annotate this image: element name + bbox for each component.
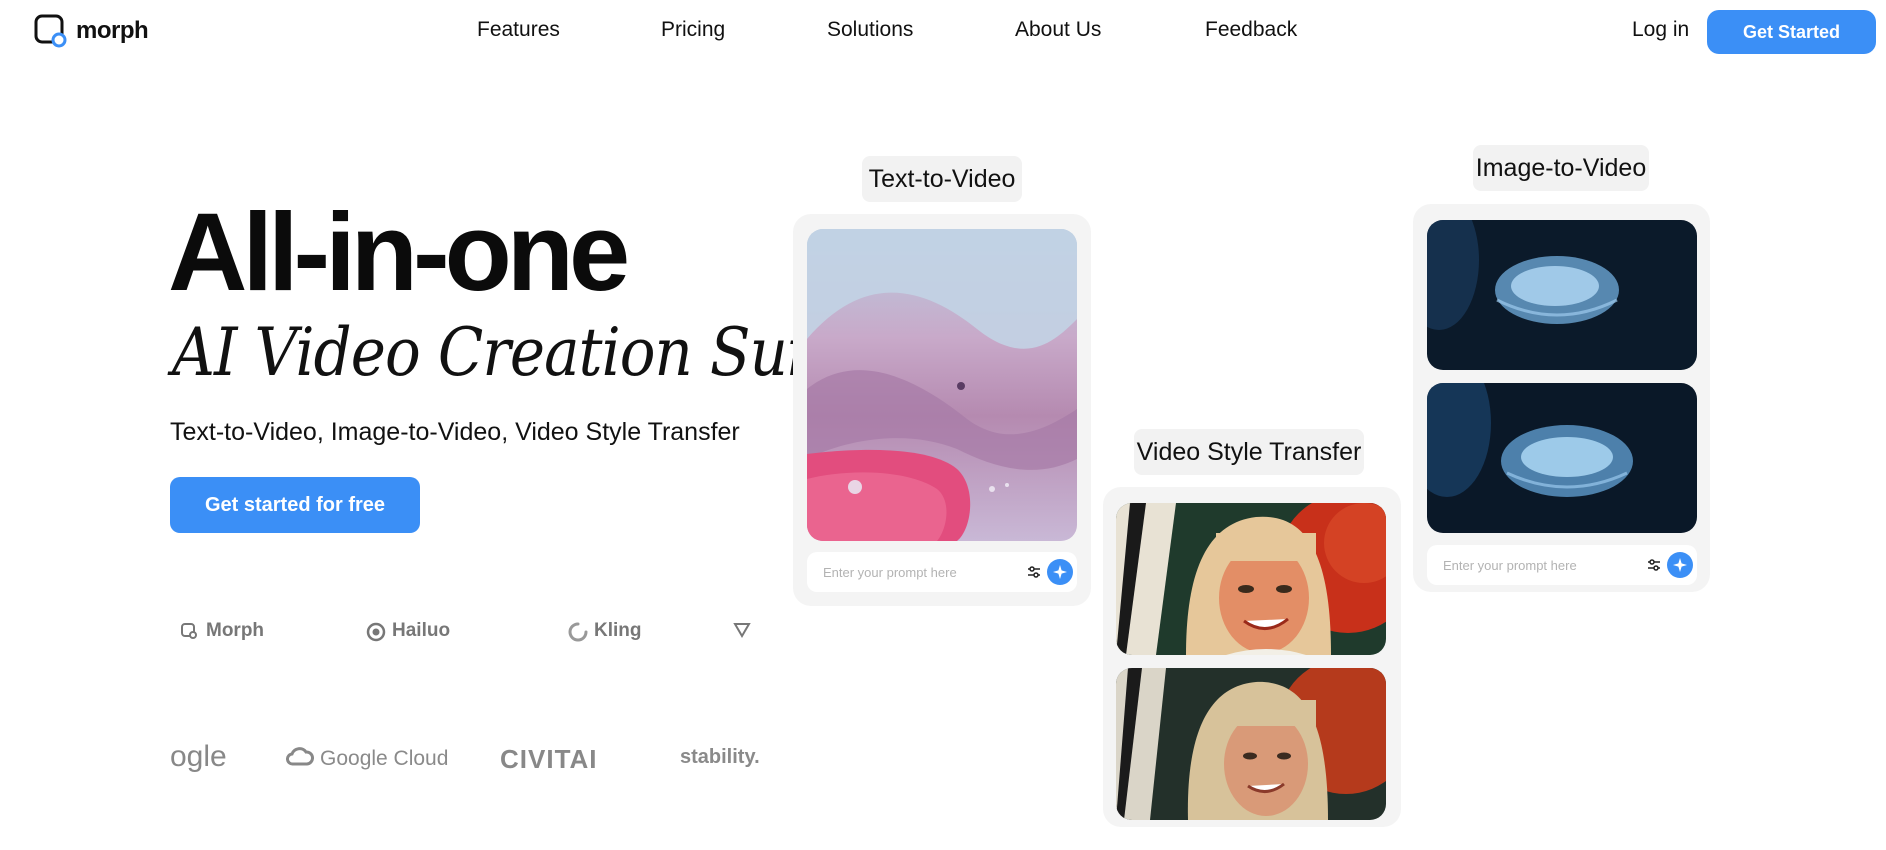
nav-feedback[interactable]: Feedback [1205, 18, 1297, 42]
partner-cut-off [733, 620, 751, 638]
text-to-video-preview[interactable] [807, 229, 1077, 541]
hero-subtitle: Text-to-Video, Image-to-Video, Video Sty… [170, 418, 740, 446]
text-to-video-label: Text-to-Video [862, 156, 1022, 202]
style-transfer-output-preview[interactable] [1116, 503, 1386, 655]
partner-logo-icon [733, 620, 751, 638]
image-to-video-card [1413, 204, 1710, 592]
hero-title: All-in-one [168, 191, 630, 314]
prompt-field[interactable] [1427, 545, 1697, 585]
settings-sliders-icon[interactable] [1647, 558, 1661, 572]
nav-solutions[interactable]: Solutions [827, 18, 913, 42]
prompt-input[interactable] [821, 563, 1021, 581]
logo-text: morph [76, 17, 149, 44]
morph-logo-icon [180, 622, 198, 640]
hailuo-logo-icon [366, 622, 386, 642]
settings-sliders-icon[interactable] [1027, 565, 1041, 579]
image-to-video-label: Image-to-Video [1473, 145, 1649, 191]
partner-name: Morph [206, 620, 265, 641]
logo[interactable]: morph [34, 14, 149, 48]
nav-pricing[interactable]: Pricing [661, 18, 725, 42]
cloud-icon [285, 746, 314, 771]
kling-logo-icon [568, 622, 588, 642]
partner-row-brands: ogle Google Cloud CIVITAI stability. [170, 736, 760, 784]
partner-name: Hailuo [392, 620, 451, 641]
get-started-free-button[interactable]: Get started for free [170, 477, 420, 533]
text-to-video-card [793, 214, 1091, 606]
stability-logo: stability. [680, 746, 760, 768]
google-logo: ogle [170, 740, 227, 773]
civitai-logo: CIVITAI [500, 744, 598, 774]
brand-name: Google Cloud [320, 746, 449, 770]
hero-script-title: AI Video Creation Suite [172, 314, 863, 391]
video-style-transfer-label: Video Style Transfer [1134, 429, 1364, 475]
video-style-transfer-card [1103, 487, 1401, 827]
nav-features[interactable]: Features [477, 18, 560, 42]
image-to-video-input-preview[interactable] [1427, 220, 1697, 370]
generate-sparkle-icon[interactable] [1667, 552, 1693, 578]
nav-about-us[interactable]: About Us [1015, 18, 1101, 42]
prompt-field[interactable] [807, 552, 1077, 592]
partner-morph: Morph [180, 620, 264, 642]
google-cloud-logo: Google Cloud [285, 746, 449, 771]
partner-row-models: Morph Hailuo Kling [170, 612, 760, 652]
image-to-video-output-preview[interactable] [1427, 383, 1697, 533]
partner-hailuo: Hailuo [366, 620, 450, 642]
partner-name: Kling [594, 620, 642, 641]
prompt-input[interactable] [1441, 556, 1641, 574]
style-transfer-source-preview[interactable] [1116, 668, 1386, 820]
morph-logo-icon [34, 14, 68, 48]
generate-sparkle-icon[interactable] [1047, 559, 1073, 585]
partner-kling: Kling [568, 620, 642, 642]
get-started-button[interactable]: Get Started [1707, 10, 1876, 54]
login-link[interactable]: Log in [1632, 18, 1689, 42]
top-nav: morph Features Pricing Solutions About U… [0, 0, 1886, 62]
